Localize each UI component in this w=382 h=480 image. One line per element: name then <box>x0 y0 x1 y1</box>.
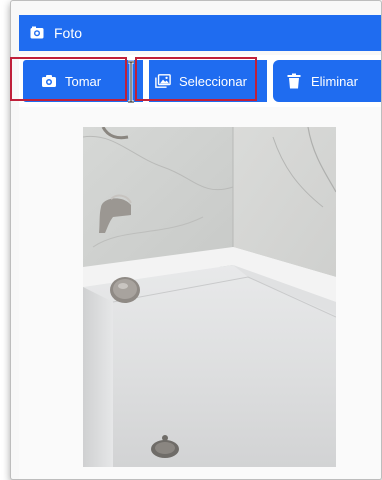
delete-photo-label: Eliminar <box>311 73 358 89</box>
camera-icon <box>41 73 57 89</box>
card-header: Foto <box>19 15 381 51</box>
select-photo-label: Seleccionar <box>179 73 247 89</box>
trash-icon <box>287 73 303 89</box>
camera-icon <box>30 26 44 40</box>
header-title: Foto <box>54 25 83 41</box>
take-photo-label: Tomar <box>65 73 102 89</box>
gallery-icon <box>155 73 171 89</box>
photo-preview-area <box>19 107 381 479</box>
take-photo-button[interactable]: Tomar <box>23 60 143 102</box>
photo-card: Foto Tomar Seleccionar Eliminar <box>10 0 382 480</box>
select-photo-button[interactable]: Seleccionar <box>149 60 267 102</box>
photo-toolbar: Tomar Seleccionar Eliminar <box>19 55 381 107</box>
delete-photo-button[interactable]: Eliminar <box>273 60 381 102</box>
bathtub-photo <box>83 127 336 467</box>
